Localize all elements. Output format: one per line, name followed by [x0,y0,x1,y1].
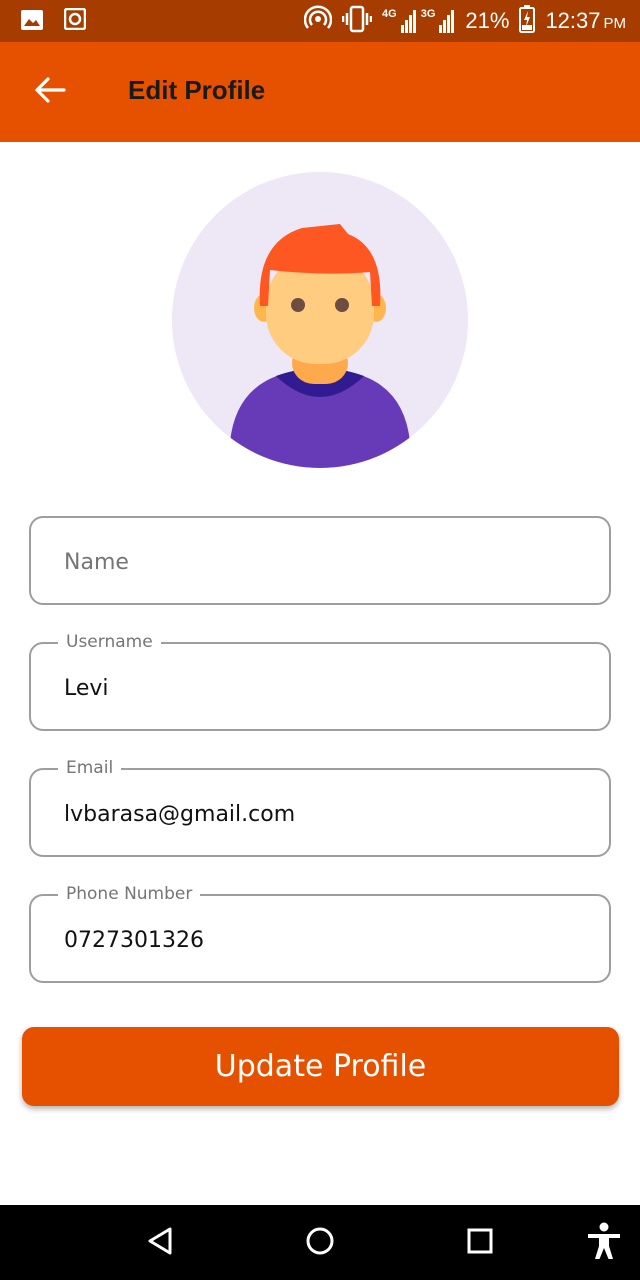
phone-field[interactable]: Phone Number [29,883,611,983]
nav-back-button[interactable] [140,1223,180,1263]
hotspot-icon [303,4,333,38]
vibrate-icon [341,5,373,38]
name-input[interactable] [64,542,584,582]
email-label: Email [58,757,122,779]
email-input[interactable] [64,794,584,834]
network-4g-label: 4G [382,8,397,20]
back-button[interactable] [26,70,74,114]
battery-percent: 21% [465,8,510,33]
phone-input[interactable] [64,920,584,960]
username-field[interactable]: Username [29,631,611,731]
battery-charging-icon [519,4,536,38]
network-3g-label: 3G [420,8,436,20]
recents-square-icon [467,1228,493,1259]
email-field[interactable]: Email [29,757,611,857]
avatar[interactable] [172,172,468,468]
username-input[interactable] [64,668,584,708]
screenshot-icon [63,7,87,37]
nav-home-button[interactable] [300,1223,340,1263]
clock-time: 12:37 [545,8,601,33]
name-field[interactable] [29,516,611,605]
page-title: Edit Profile [128,75,266,105]
phone-label: Phone Number [58,883,201,905]
username-label: Username [58,631,161,653]
accessibility-icon [586,1222,622,1265]
signal-icon: 4G 3G [382,9,455,33]
nav-accessibility-button[interactable] [584,1222,624,1265]
status-bar: 4G 3G 21% 12:37 PM [0,0,640,42]
clock: 12:37 PM [545,8,626,34]
update-profile-button[interactable]: Update Profile [22,1027,619,1106]
home-circle-icon [305,1226,335,1261]
nav-recents-button[interactable] [460,1223,500,1263]
back-triangle-icon [146,1226,174,1261]
navigation-bar [0,1205,640,1280]
arrow-back-icon [34,76,66,109]
gallery-icon [20,8,44,37]
clock-ampm: PM [603,15,627,32]
app-bar: Edit Profile [0,42,640,142]
